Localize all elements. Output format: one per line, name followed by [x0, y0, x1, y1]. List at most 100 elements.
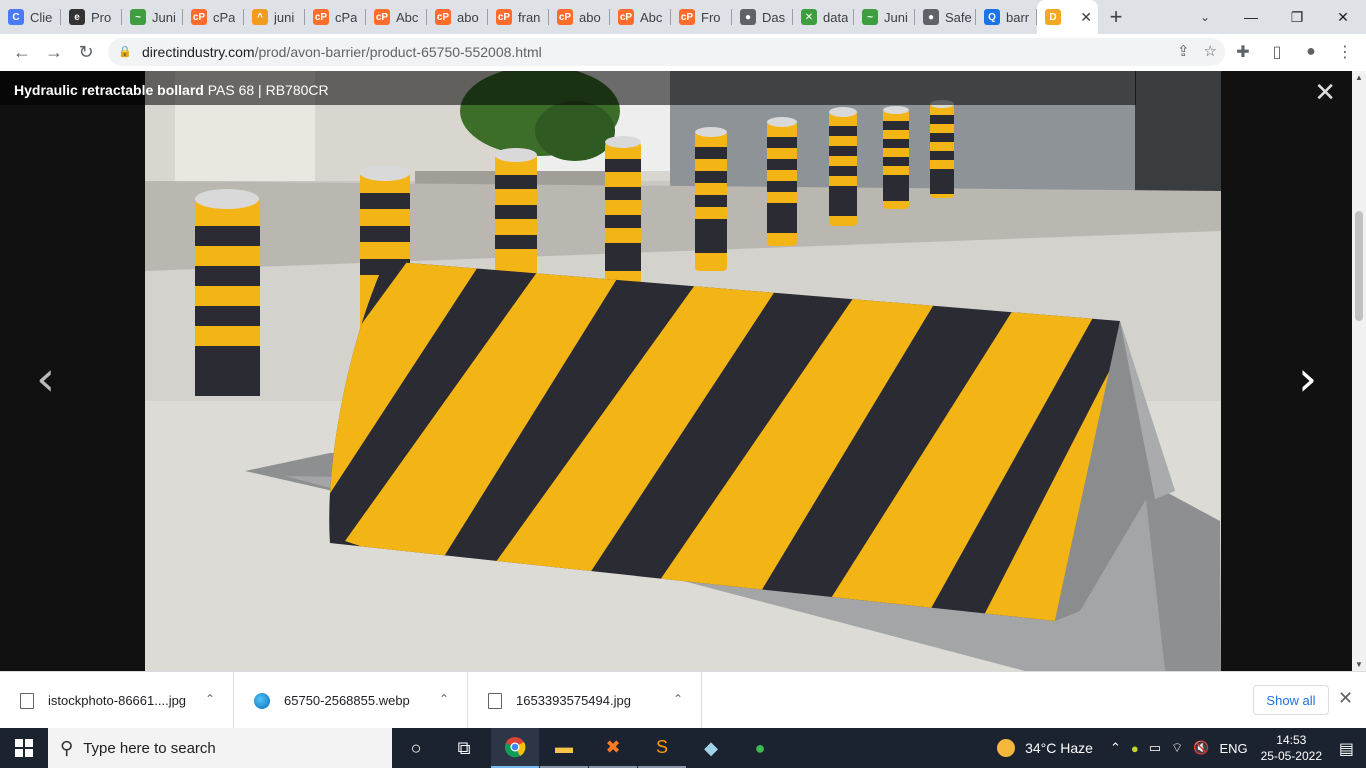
close-download-bar-icon[interactable]: ✕: [1338, 688, 1353, 709]
pma-icon: ^: [252, 9, 268, 25]
browser-tab[interactable]: Qbarr: [976, 0, 1037, 34]
restore-button[interactable]: ❐: [1274, 0, 1320, 34]
extensions-puzzle-icon[interactable]: ✚: [1230, 38, 1256, 66]
tab-title: cPa: [335, 9, 358, 25]
xampp-icon[interactable]: ✖: [589, 728, 637, 768]
tab-title: data: [823, 9, 849, 25]
task-view-icon[interactable]: ⧉: [440, 728, 488, 768]
tab-title: abo: [579, 9, 601, 25]
show-hidden-icons-chevron-icon[interactable]: ⌃: [1110, 740, 1121, 756]
bookmark-star-icon[interactable]: ☆: [1204, 42, 1217, 60]
chevron-up-icon[interactable]: ⌃: [673, 692, 683, 706]
taskbar-search-box[interactable]: ⚲ Type here to search: [48, 728, 392, 768]
leaf-icon: ~: [130, 9, 146, 25]
browser-tab[interactable]: ~ Juni: [122, 0, 183, 34]
previous-image-arrow-icon[interactable]: ‹: [36, 351, 55, 407]
reload-button[interactable]: ↻: [70, 37, 102, 69]
caption-product-name: Hydraulic retractable bollard: [14, 82, 204, 98]
window-controls: — ❐ ✕: [1228, 0, 1366, 34]
address-bar[interactable]: 🔒 directindustry.com/prod/avon-barrier/p…: [108, 38, 1225, 66]
tab-close-icon[interactable]: ✕: [1080, 9, 1092, 26]
lock-icon[interactable]: 🔒: [118, 45, 132, 59]
browser-tab[interactable]: cP Fro: [671, 0, 732, 34]
scroll-down-icon[interactable]: ▼: [1355, 660, 1363, 669]
cpanel-icon: cP: [374, 9, 390, 25]
download-item[interactable]: istockphoto-86661....jpg ⌃: [0, 672, 234, 729]
chat-app-icon[interactable]: ●: [736, 728, 784, 768]
chevron-up-icon[interactable]: ⌃: [439, 692, 449, 706]
browser-tab[interactable]: D ✕: [1037, 0, 1098, 34]
globe-icon: ●: [740, 9, 756, 25]
download-item[interactable]: 65750-2568855.webp ⌃: [234, 672, 468, 729]
caption-model: PAS 68 | RB780CR: [203, 82, 329, 98]
tab-title: cPa: [213, 9, 236, 25]
wifi-icon[interactable]: ⌔: [1171, 740, 1183, 756]
globe-icon: ●: [923, 9, 939, 25]
tab-strip: C Clie e Pro ~ Juni cP cPa ^ juni cP cPa cP Abc cP abo c…: [0, 0, 1366, 34]
back-button[interactable]: ←: [6, 37, 38, 69]
sublime-text-icon[interactable]: S: [638, 728, 686, 768]
clock[interactable]: 14:53 25-05-2022: [1261, 732, 1322, 764]
browser-tab[interactable]: cP Abc: [610, 0, 671, 34]
browser-tab[interactable]: cP Abc: [366, 0, 427, 34]
extension-icons: ✚ ▯ ● ⋮: [1230, 38, 1358, 66]
chrome-taskbar-icon[interactable]: [491, 728, 539, 768]
url-host: directindustry.com: [142, 44, 255, 60]
menu-kebab-icon[interactable]: ⋮: [1332, 38, 1358, 66]
cpanel-icon: cP: [313, 9, 329, 25]
cpanel-icon: cP: [557, 9, 573, 25]
show-all-downloads-button[interactable]: Show all: [1253, 685, 1329, 715]
download-filename: istockphoto-86661....jpg: [48, 693, 187, 708]
tab-search-chevron-icon[interactable]: ⌄: [1190, 0, 1220, 34]
forward-button[interactable]: →: [38, 37, 70, 69]
cpanel-icon: cP: [191, 9, 207, 25]
tray-app-icon[interactable]: ●: [1131, 741, 1139, 756]
share-icon[interactable]: ⇪: [1177, 42, 1190, 60]
windows-start-icon[interactable]: [0, 728, 48, 768]
side-panel-icon[interactable]: ▯: [1264, 38, 1290, 66]
tab-title: Juni: [884, 9, 908, 25]
image-caption: Hydraulic retractable bollard PAS 68 | R…: [0, 71, 1136, 105]
page-scrollbar[interactable]: ▲ ▼: [1352, 71, 1366, 671]
cpanel-icon: cP: [496, 9, 512, 25]
weather-text: 34°C Haze: [1025, 740, 1093, 756]
chevron-up-icon[interactable]: ⌃: [205, 692, 215, 706]
new-tab-button[interactable]: +: [1098, 0, 1134, 34]
clock-date: 25-05-2022: [1260, 749, 1322, 763]
minimize-button[interactable]: —: [1228, 0, 1274, 34]
language-indicator[interactable]: ENG: [1219, 741, 1247, 756]
tab-title: Abc: [396, 9, 419, 25]
browser-tab[interactable]: cP fran: [488, 0, 549, 34]
tab-title: juni: [274, 9, 295, 25]
notes-app-icon[interactable]: ◆: [687, 728, 735, 768]
file-explorer-icon[interactable]: ▬: [540, 728, 588, 768]
next-image-arrow-icon[interactable]: ›: [1298, 351, 1317, 407]
tab-title: Abc: [640, 9, 663, 25]
browser-tab[interactable]: ^ juni: [244, 0, 305, 34]
weather-widget[interactable]: 34°C Haze: [997, 739, 1093, 757]
tab-title: barr: [1006, 9, 1030, 25]
lightbox-close-icon[interactable]: ✕: [1314, 77, 1336, 108]
browser-tab[interactable]: C Clie: [0, 0, 61, 34]
browser-tab[interactable]: cP cPa: [183, 0, 244, 34]
notification-center-icon[interactable]: ▤: [1339, 739, 1354, 759]
url-path: /prod/avon-barrier/product-65750-552008.…: [254, 44, 542, 60]
browser-tab[interactable]: ✕ data: [793, 0, 854, 34]
close-window-button[interactable]: ✕: [1320, 0, 1366, 34]
cortana-circle-icon[interactable]: ○: [392, 728, 440, 768]
browser-tab[interactable]: cP abo: [427, 0, 488, 34]
browser-tab[interactable]: cP abo: [549, 0, 610, 34]
browser-tab[interactable]: ~ Juni: [854, 0, 915, 34]
volume-muted-icon[interactable]: 🔇: [1193, 740, 1209, 756]
network-icon[interactable]: ▭: [1149, 740, 1161, 756]
download-item[interactable]: 1653393575494.jpg ⌃: [468, 672, 702, 729]
browser-tab[interactable]: e Pro: [61, 0, 122, 34]
scroll-up-icon[interactable]: ▲: [1355, 73, 1363, 82]
browser-tab[interactable]: ● Safe: [915, 0, 976, 34]
browser-tab[interactable]: ● Das: [732, 0, 793, 34]
download-filename: 65750-2568855.webp: [284, 693, 410, 708]
profile-avatar-icon[interactable]: ●: [1298, 38, 1324, 66]
browser-tab[interactable]: cP cPa: [305, 0, 366, 34]
tab-title: Das: [762, 9, 786, 25]
scrollbar-thumb[interactable]: [1355, 211, 1363, 321]
